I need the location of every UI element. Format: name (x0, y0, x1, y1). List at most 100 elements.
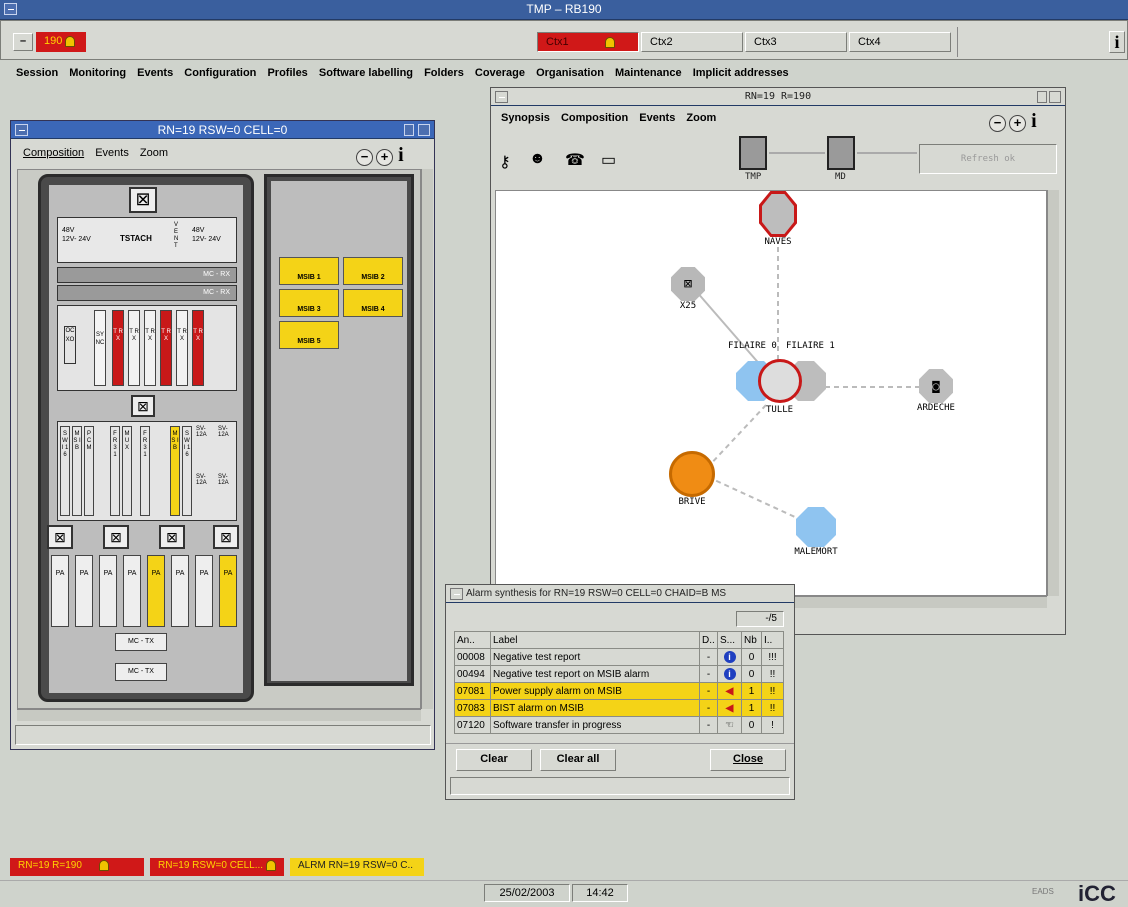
sv-module[interactable]: SV-12A (196, 426, 214, 438)
table-row[interactable]: 00008 Negative test report - i 0 !!! (454, 648, 784, 666)
swi16-module[interactable]: S W I 1 6 (60, 426, 70, 516)
table-row-alarm[interactable]: 07083 BIST alarm on MSIB - ◀ 1 !! (454, 699, 784, 717)
msib-slot-1[interactable]: MSIB 1 (279, 257, 339, 285)
pa-module[interactable]: PA (51, 555, 69, 627)
menu-monitoring[interactable]: Monitoring (69, 67, 126, 79)
trx-module-5[interactable]: T R X (176, 310, 188, 386)
pa-module[interactable]: PA (123, 555, 141, 627)
mc-tx-module-2[interactable]: MC - TX (115, 663, 167, 681)
menu-coverage[interactable]: Coverage (475, 67, 525, 79)
menu-implicit-addresses[interactable]: Implicit addresses (693, 67, 789, 79)
mc-rx-module-1[interactable]: MC - RX (57, 267, 237, 283)
collapse-button[interactable]: – (13, 33, 33, 51)
msib-module[interactable]: M S I B (72, 426, 82, 516)
network-menu-events[interactable]: Events (639, 112, 675, 124)
trx-module-4[interactable]: T R X (160, 310, 172, 386)
rack-menu-events[interactable]: Events (95, 147, 129, 159)
msib-slot-2[interactable]: MSIB 2 (343, 257, 403, 285)
rack-iconify-button[interactable] (404, 124, 414, 136)
menu-maintenance[interactable]: Maintenance (615, 67, 682, 79)
col-importance[interactable]: I.. (761, 631, 784, 649)
col-d[interactable]: D.. (699, 631, 718, 649)
window-menu-button[interactable] (4, 3, 17, 15)
node-malemort[interactable]: MALEMORT (794, 507, 838, 557)
pcm-module[interactable]: P C M (84, 426, 94, 516)
tmp-host-icon[interactable] (739, 136, 767, 170)
sv-module[interactable]: SV-12A (196, 474, 214, 486)
task-rack-window[interactable]: RN=19 RSW=0 CELL... (150, 858, 284, 876)
rack-horizontal-scrollbar[interactable] (17, 709, 421, 721)
rack-maximize-button[interactable] (418, 124, 430, 136)
col-severity[interactable]: S... (717, 631, 742, 649)
menu-events[interactable]: Events (137, 67, 173, 79)
clear-all-button[interactable]: Clear all (540, 749, 616, 771)
rack-vertical-scrollbar[interactable] (421, 169, 433, 709)
pa-module[interactable]: PA (75, 555, 93, 627)
network-maximize-button[interactable] (1049, 91, 1061, 103)
site-alarm-indicator[interactable]: 190 (36, 32, 86, 52)
task-rn19-r190[interactable]: RN=19 R=190 (10, 858, 144, 876)
ctx3-tab[interactable]: Ctx3 (745, 32, 847, 52)
clear-button[interactable]: Clear (456, 749, 532, 771)
network-vertical-scrollbar[interactable] (1047, 190, 1059, 596)
pa-module-alarm[interactable]: PA (147, 555, 165, 627)
mc-rx-module-2[interactable]: MC - RX (57, 285, 237, 301)
trx-module-6[interactable]: T R X (192, 310, 204, 386)
info-icon[interactable]: i (1031, 110, 1037, 132)
swi16-module[interactable]: S W I 1 6 (182, 426, 192, 516)
table-row[interactable]: 00494 Negative test report on MSIB alarm… (454, 665, 784, 683)
pa-module[interactable]: PA (171, 555, 189, 627)
pa-module[interactable]: PA (195, 555, 213, 627)
pa-module[interactable]: PA (99, 555, 117, 627)
node-ardeche[interactable]: ◙ ARDECHE (914, 369, 958, 413)
trx-module-2[interactable]: T R X (128, 310, 140, 386)
close-button[interactable]: Close (710, 749, 786, 771)
mc-tx-module-1[interactable]: MC - TX (115, 633, 167, 651)
zoom-in-icon[interactable]: + (1009, 115, 1027, 132)
table-row[interactable]: 07120 Software transfer in progress - ☜ … (454, 716, 784, 734)
msib-module-alarm[interactable]: M S I B (170, 426, 180, 516)
node-naves[interactable]: NAVES (758, 191, 798, 247)
key-icon[interactable]: ⚷ (499, 152, 511, 172)
msib-slot-3[interactable]: MSIB 3 (279, 289, 339, 317)
ctx4-tab[interactable]: Ctx4 (849, 32, 951, 52)
zoom-in-icon[interactable]: + (376, 149, 394, 166)
mux-module[interactable]: M U X (122, 426, 132, 516)
info-icon[interactable]: i (398, 144, 404, 166)
msib-slot-4[interactable]: MSIB 4 (343, 289, 403, 317)
ocxo-module[interactable]: OCXO (64, 326, 76, 364)
md-host-icon[interactable] (827, 136, 855, 170)
info-button[interactable]: i (1109, 31, 1125, 53)
network-menu-composition[interactable]: Composition (561, 112, 628, 124)
network-menu-synopsis[interactable]: Synopsis (501, 112, 550, 124)
menu-profiles[interactable]: Profiles (267, 67, 307, 79)
node-brive[interactable]: BRIVE (668, 451, 716, 507)
network-iconify-button[interactable] (1037, 91, 1047, 103)
rack-menu-zoom[interactable]: Zoom (140, 147, 168, 159)
menu-organisation[interactable]: Organisation (536, 67, 604, 79)
card-icon[interactable]: ▭ (601, 150, 616, 170)
node-x25[interactable]: ⊠ X25 (668, 267, 708, 311)
menu-session[interactable]: Session (16, 67, 58, 79)
sync-module[interactable]: SYNC (94, 310, 106, 386)
menu-software-labelling[interactable]: Software labelling (319, 67, 413, 79)
zoom-out-icon[interactable]: − (356, 149, 373, 166)
pa-module-alarm[interactable]: PA (219, 555, 237, 627)
alarm-window-menu-button[interactable] (450, 588, 463, 600)
rack-window-menu-button[interactable] (15, 124, 28, 136)
users-icon[interactable]: ☻ (529, 150, 546, 168)
ctx2-tab[interactable]: Ctx2 (641, 32, 743, 52)
task-alarm-window[interactable]: ALRM RN=19 RSW=0 C.. (290, 858, 424, 876)
trx-module-1[interactable]: T R X (112, 310, 124, 386)
sv-module[interactable]: SV-12A (218, 426, 236, 438)
phone-icon[interactable]: ☎ (565, 150, 585, 170)
table-row-alarm[interactable]: 07081 Power supply alarm on MSIB - ◀ 1 !… (454, 682, 784, 700)
rack-menu-composition[interactable]: Composition (23, 147, 84, 159)
menu-configuration[interactable]: Configuration (184, 67, 256, 79)
ctx1-tab[interactable]: Ctx1 (537, 32, 639, 52)
msib-slot-5[interactable]: MSIB 5 (279, 321, 339, 349)
sv-module[interactable]: SV-12A (218, 474, 236, 486)
fr31-module[interactable]: F R 3 1 (110, 426, 120, 516)
zoom-out-icon[interactable]: − (989, 115, 1006, 132)
col-nb[interactable]: Nb (741, 631, 762, 649)
